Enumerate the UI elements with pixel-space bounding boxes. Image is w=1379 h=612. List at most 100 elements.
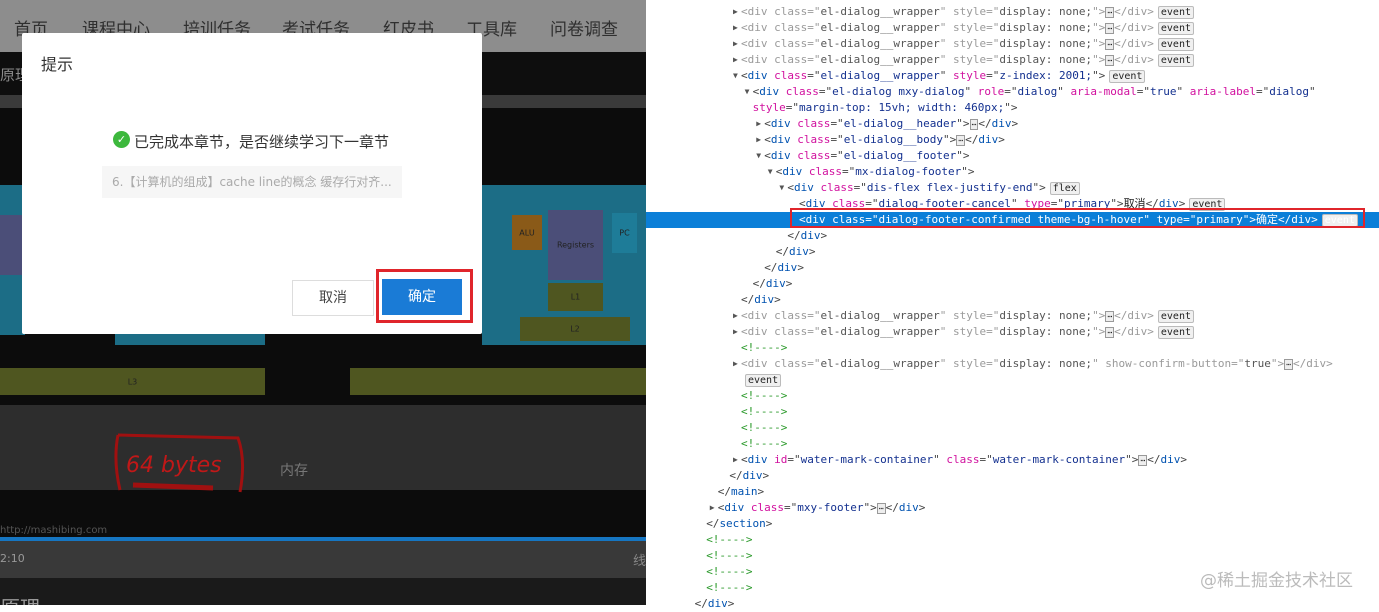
dom-node-line[interactable]: <!----> xyxy=(646,420,1379,436)
markup-token: =" xyxy=(986,53,1000,66)
expand-triangle-closed-icon[interactable]: ▶ xyxy=(733,356,738,372)
ellipsis-expand-icon[interactable]: ⋯ xyxy=(1105,23,1115,34)
markup-token: "> xyxy=(943,133,957,146)
dom-node-markup: </div> xyxy=(695,596,735,612)
event-badge[interactable]: event xyxy=(1157,22,1194,35)
markup-token: div xyxy=(805,197,826,210)
dom-node-line[interactable]: <!----> xyxy=(646,404,1379,420)
expand-triangle-open-icon[interactable]: ▼ xyxy=(733,68,738,84)
cancel-button[interactable]: 取消 xyxy=(292,280,374,316)
dom-node-line[interactable]: ▶ <div class="el-dialog__wrapper" style="… xyxy=(646,324,1379,340)
event-badge[interactable]: event xyxy=(1189,198,1226,211)
expand-triangle-closed-icon[interactable]: ▶ xyxy=(733,52,738,68)
ellipsis-expand-icon[interactable]: ⋯ xyxy=(876,503,886,514)
nav-item[interactable]: 问卷调查 xyxy=(550,15,618,40)
dom-node-line[interactable]: <!----> xyxy=(646,548,1379,564)
ellipsis-expand-icon[interactable]: ⋯ xyxy=(1284,359,1293,370)
dom-node-line[interactable]: <div class="dialog-footer-confirmed them… xyxy=(646,212,1379,228)
dom-node-line[interactable]: ▼ <div class="dis-flex flex-justify-end">… xyxy=(646,180,1379,196)
dom-node-line[interactable]: </div> xyxy=(646,292,1379,308)
dom-node-line[interactable]: <div class="dialog-footer-cancel" type="… xyxy=(646,196,1379,212)
dom-node-line[interactable]: <!----> xyxy=(646,436,1379,452)
dom-node-line[interactable]: style="margin-top: 15vh; width: 460px;"> xyxy=(646,100,1379,116)
markup-token: > xyxy=(1147,53,1154,66)
ellipsis-expand-icon[interactable]: ⋯ xyxy=(1105,55,1115,66)
markup-token: primary xyxy=(1063,197,1111,210)
dom-node-line[interactable]: ▶ <div class="mxy-footer"> ⋯ </div> xyxy=(646,500,1379,516)
expand-triangle-closed-icon[interactable]: ▶ xyxy=(733,308,738,324)
dom-node-line[interactable]: ▼ <div class="el-dialog__footer"> xyxy=(646,148,1379,164)
dom-node-line[interactable]: </div> xyxy=(646,244,1379,260)
event-badge[interactable]: event xyxy=(1157,38,1194,51)
dom-node-line[interactable]: <!----> xyxy=(646,340,1379,356)
dom-node-line[interactable]: </div> xyxy=(646,228,1379,244)
dom-node-markup: <!----> xyxy=(741,404,787,420)
dom-node-line[interactable]: ▼ <div class="el-dialog mxy-dialog" role=… xyxy=(646,84,1379,100)
ellipsis-expand-icon[interactable]: ⋯ xyxy=(956,135,966,146)
dom-node-line[interactable]: ▶ <div class="el-dialog__header"> ⋯ </div> xyxy=(646,116,1379,132)
markup-token: </ xyxy=(729,469,743,482)
dom-node-line[interactable]: </section> xyxy=(646,516,1379,532)
expand-triangle-open-icon[interactable]: ▼ xyxy=(756,148,761,164)
event-badge[interactable]: event xyxy=(1157,326,1194,339)
expand-triangle-closed-icon[interactable]: ▶ xyxy=(733,452,738,468)
ellipsis-expand-icon[interactable]: ⋯ xyxy=(1105,327,1115,338)
dom-node-line[interactable]: </div> xyxy=(646,468,1379,484)
event-badge[interactable]: event xyxy=(1157,310,1194,323)
event-badge[interactable]: flex xyxy=(1049,182,1080,195)
dom-node-line[interactable]: </main> xyxy=(646,484,1379,500)
ellipsis-expand-icon[interactable]: ⋯ xyxy=(1138,455,1148,466)
dom-node-line[interactable]: ▶ <div class="el-dialog__wrapper" style="… xyxy=(646,36,1379,52)
dom-node-line[interactable]: <!----> xyxy=(646,532,1379,548)
video-line-control[interactable]: 线 xyxy=(633,550,646,569)
ellipsis-expand-icon[interactable]: ⋯ xyxy=(1105,7,1115,18)
markup-token: > xyxy=(1326,357,1333,370)
markup-token: =" xyxy=(807,309,821,322)
dom-node-line[interactable]: ▶ <div id="water-mark-container" class="w… xyxy=(646,452,1379,468)
markup-token: "> xyxy=(1092,37,1106,50)
expand-triangle-open-icon[interactable]: ▼ xyxy=(745,84,750,100)
dom-node-line[interactable]: </div> xyxy=(646,276,1379,292)
expand-triangle-closed-icon[interactable]: ▶ xyxy=(733,20,738,36)
markup-token: "> xyxy=(956,117,970,130)
dom-node-markup: <!----> xyxy=(706,564,752,580)
markup-token: <!----> xyxy=(706,533,753,546)
dom-node-line[interactable]: ▶ <div class="el-dialog__wrapper" style="… xyxy=(646,52,1379,68)
dom-node-markup: <div class="el-dialog__header"> ⋯ </div> xyxy=(764,116,1018,132)
event-badge[interactable]: event xyxy=(745,374,782,387)
expand-triangle-closed-icon[interactable]: ▶ xyxy=(733,4,738,20)
markup-token: " xyxy=(1057,85,1064,98)
markup-token: < xyxy=(741,5,748,18)
expand-triangle-closed-icon[interactable]: ▶ xyxy=(756,132,761,148)
event-badge[interactable]: event xyxy=(1109,70,1146,83)
dom-node-line[interactable]: ▶ <div class="el-dialog__wrapper" style="… xyxy=(646,356,1379,372)
dom-node-line[interactable]: <!----> xyxy=(646,388,1379,404)
dom-node-line[interactable]: ▼ <div class="mx-dialog-footer"> xyxy=(646,164,1379,180)
dom-node-line[interactable]: ▶ <div class="el-dialog__wrapper" style="… xyxy=(646,308,1379,324)
expand-triangle-closed-icon[interactable]: ▶ xyxy=(733,324,738,340)
expand-triangle-closed-icon[interactable]: ▶ xyxy=(710,500,715,516)
dom-node-line[interactable]: ▼ <div class="el-dialog__wrapper" style="… xyxy=(646,68,1379,84)
dom-node-line[interactable]: ▶ <div class="el-dialog__body"> ⋯ </div> xyxy=(646,132,1379,148)
event-badge[interactable]: event xyxy=(1157,54,1194,67)
dom-node-line[interactable]: </div> xyxy=(646,596,1379,612)
expand-triangle-open-icon[interactable]: ▼ xyxy=(768,164,773,180)
markup-token: > xyxy=(918,501,926,514)
dom-node-line[interactable]: ▶ <div class="el-dialog__wrapper" style="… xyxy=(646,20,1379,36)
expand-triangle-open-icon[interactable]: ▼ xyxy=(779,180,784,196)
event-badge[interactable]: event xyxy=(1321,214,1358,227)
expand-triangle-closed-icon[interactable]: ▶ xyxy=(733,36,738,52)
ellipsis-expand-icon[interactable]: ⋯ xyxy=(1105,311,1115,322)
markup-token: < xyxy=(741,325,748,338)
dom-node-line[interactable]: event xyxy=(646,372,1379,388)
event-badge[interactable]: event xyxy=(1157,6,1194,19)
confirm-dialog: 提示 ✓ 已完成本章节，是否继续学习下一章节 6.【计算机的组成】cache l… xyxy=(22,33,482,334)
markup-token: =" xyxy=(787,453,801,466)
ellipsis-expand-icon[interactable]: ⋯ xyxy=(1105,39,1115,50)
markup-token: "> xyxy=(1092,325,1106,338)
markup-token: =" xyxy=(986,69,1000,82)
dom-node-line[interactable]: </div> xyxy=(646,260,1379,276)
dom-node-line[interactable]: ▶ <div class="el-dialog__wrapper" style="… xyxy=(646,4,1379,20)
expand-triangle-closed-icon[interactable]: ▶ xyxy=(756,116,761,132)
markup-token: div xyxy=(770,149,791,162)
